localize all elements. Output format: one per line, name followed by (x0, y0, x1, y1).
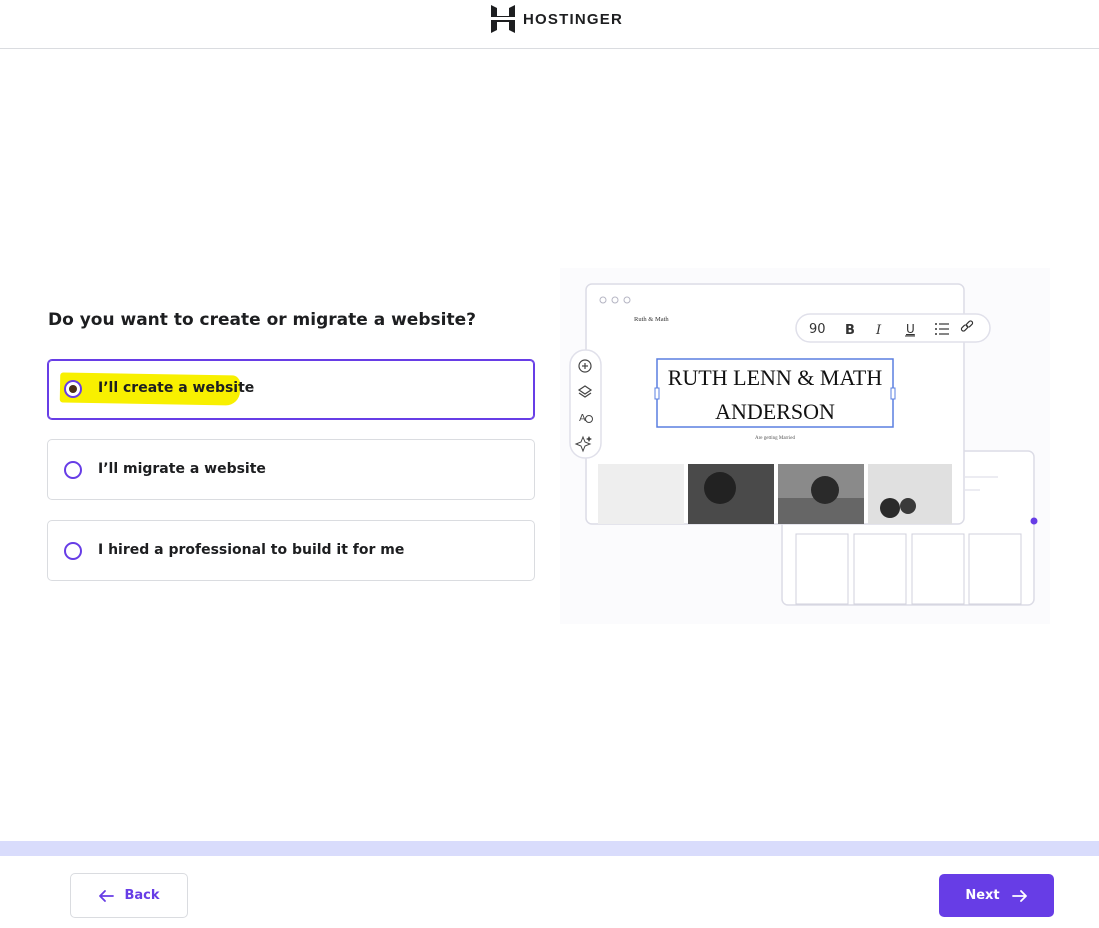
builder-illustration-graphic: Ruth & Math RUTH LENN & MATH ANDERSON Ar… (569, 283, 1038, 606)
preview-headline-line2: ANDERSON (715, 399, 835, 424)
toolbar-font-size: 90 (809, 322, 826, 337)
radio-button[interactable] (64, 461, 82, 479)
page-question: Do you want to create or migrate a websi… (48, 310, 476, 330)
next-button[interactable]: Next (939, 874, 1054, 917)
top-bar: HOSTINGER (0, 0, 1099, 49)
option-label: I’ll create a website (98, 380, 255, 396)
svg-text:A: A (579, 413, 586, 424)
arrow-right-icon (1011, 889, 1027, 902)
builder-illustration: Ruth & Math RUTH LENN & MATH ANDERSON Ar… (560, 268, 1050, 624)
option-label: I’ll migrate a website (98, 461, 266, 477)
radio-selected-dot (69, 385, 77, 393)
next-button-label: Next (965, 888, 1000, 903)
brand-name: HOSTINGER (523, 10, 623, 28)
bold-icon: B (845, 323, 855, 338)
italic-icon: I (875, 323, 882, 338)
back-button-label: Back (124, 888, 160, 903)
arrow-left-icon (99, 889, 115, 902)
brand-logo[interactable]: HOSTINGER (491, 5, 623, 33)
hostinger-logo-icon (491, 5, 515, 33)
option-hired-professional[interactable]: I hired a professional to build it for m… (47, 520, 535, 581)
option-create-website[interactable]: I’ll create a website (47, 359, 535, 420)
option-migrate-website[interactable]: I’ll migrate a website (47, 439, 535, 500)
option-label: I hired a professional to build it for m… (98, 542, 405, 558)
footer-divider-band (0, 841, 1099, 856)
preview-site-name: Ruth & Math (634, 316, 669, 323)
back-button[interactable]: Back (70, 873, 188, 918)
radio-button[interactable] (64, 380, 82, 398)
underline-icon: U (906, 322, 915, 336)
preview-headline-line1: RUTH LENN & MATH (668, 365, 883, 390)
radio-button[interactable] (64, 542, 82, 560)
preview-tagline: Are getting Married (755, 436, 795, 441)
